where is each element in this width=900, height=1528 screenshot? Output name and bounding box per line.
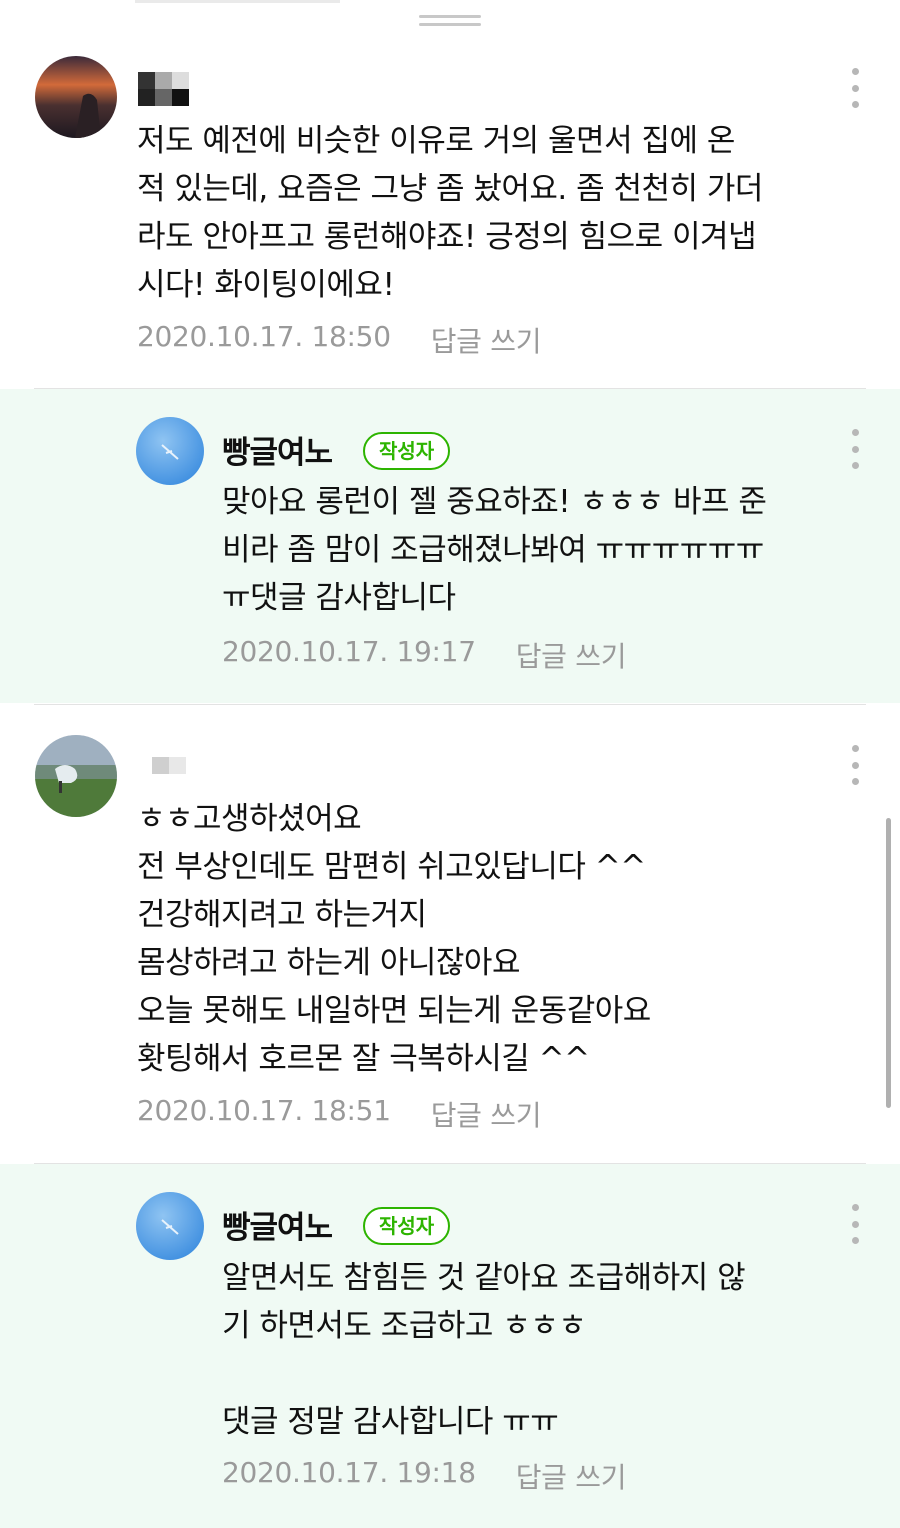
reply-meta: 2020.10.17. 19:17 답글 쓰기 bbox=[222, 635, 626, 675]
reply-button[interactable]: 답글 쓰기 bbox=[431, 1094, 542, 1134]
more-options-icon[interactable] bbox=[845, 745, 865, 785]
scrollbar[interactable] bbox=[886, 818, 891, 1108]
blurred-nickname-lower bbox=[138, 89, 189, 106]
author-name[interactable]: 빵글여노 bbox=[222, 427, 333, 472]
blurred-nickname bbox=[152, 757, 186, 774]
author-avatar[interactable] bbox=[136, 1192, 204, 1260]
comment-item: 저도 예전에 비슷한 이유로 거의 울면서 집에 온 적 있는데, 요즘은 그냥… bbox=[0, 40, 900, 388]
more-options-icon[interactable] bbox=[845, 1204, 865, 1244]
drag-handle-icon[interactable] bbox=[419, 15, 481, 31]
comment-item: ㅎㅎ고생하셨어요 전 부상인데도 맘편히 쉬고있답니다 ^^ 건강해지려고 하는… bbox=[0, 705, 900, 1163]
comment-date: 2020.10.17. 18:50 bbox=[137, 320, 391, 353]
more-options-icon[interactable] bbox=[845, 429, 865, 469]
comment-date: 2020.10.17. 18:51 bbox=[137, 1094, 391, 1127]
author-badge: 작성자 bbox=[363, 1207, 451, 1245]
reply-date: 2020.10.17. 19:18 bbox=[222, 1456, 476, 1489]
reply-meta: 2020.10.17. 19:18 답글 쓰기 bbox=[222, 1456, 626, 1496]
reply-text: 맞아요 롱런이 젤 중요하죠! ㅎㅎㅎ 바프 준 비라 좀 맘이 조급해졌나봐여… bbox=[222, 484, 767, 616]
comment-text: ㅎㅎ고생하셨어요 전 부상인데도 맘편히 쉬고있답니다 ^^ 건강해지려고 하는… bbox=[137, 801, 651, 1077]
author-name[interactable]: 빵글여노 bbox=[222, 1202, 333, 1247]
comment-meta: 2020.10.17. 18:50 답글 쓰기 bbox=[137, 320, 541, 360]
reply-button[interactable]: 답글 쓰기 bbox=[516, 1456, 627, 1496]
avatar[interactable] bbox=[35, 56, 117, 138]
more-options-icon[interactable] bbox=[845, 68, 865, 108]
reply-button[interactable]: 답글 쓰기 bbox=[431, 320, 542, 360]
reply-text: 알면서도 참힘든 것 같아요 조급해하지 않 기 하면서도 조급하고 ㅎㅎㅎ 댓… bbox=[222, 1260, 746, 1440]
reply-date: 2020.10.17. 19:17 bbox=[222, 635, 476, 668]
comment-meta: 2020.10.17. 18:51 답글 쓰기 bbox=[137, 1094, 541, 1134]
avatar[interactable] bbox=[35, 735, 117, 817]
reply-button[interactable]: 답글 쓰기 bbox=[516, 635, 627, 675]
top-edge bbox=[135, 0, 340, 3]
reply-item: 빵글여노 작성자 알면서도 참힘든 것 같아요 조급해하지 않 기 하면서도 조… bbox=[0, 1164, 900, 1528]
author-badge: 작성자 bbox=[363, 432, 451, 470]
blurred-nickname bbox=[138, 72, 189, 89]
comment-text: 저도 예전에 비슷한 이유로 거의 울면서 집에 온 적 있는데, 요즘은 그냥… bbox=[137, 123, 763, 303]
reply-item: 빵글여노 작성자 맞아요 롱런이 젤 중요하죠! ㅎㅎㅎ 바프 준 비라 좀 맘… bbox=[0, 389, 900, 703]
author-avatar[interactable] bbox=[136, 417, 204, 485]
